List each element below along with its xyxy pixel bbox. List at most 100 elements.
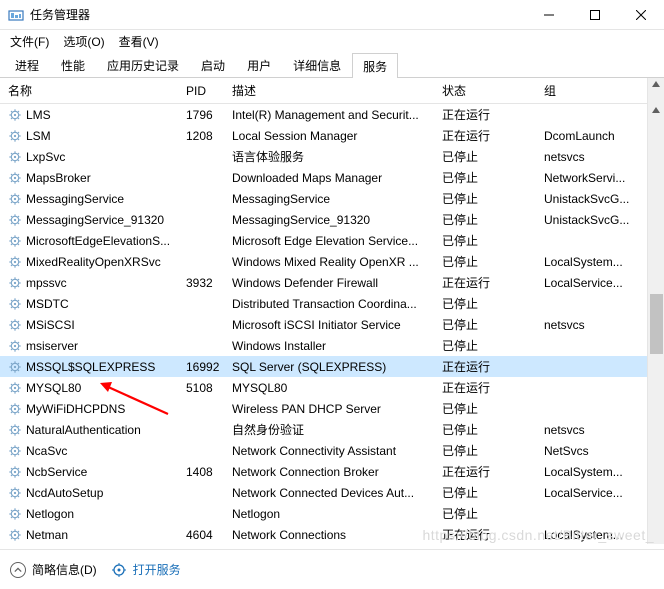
cell-status: 已停止 [442, 484, 544, 501]
cell-name: MessagingService_91320 [8, 213, 186, 227]
cell-desc: MessagingService_91320 [232, 213, 442, 227]
tab-4[interactable]: 用户 [236, 52, 282, 77]
table-row[interactable]: mpssvc3932Windows Defender Firewall正在运行L… [0, 272, 664, 293]
tab-5[interactable]: 详细信息 [282, 52, 352, 77]
cell-name: MixedRealityOpenXRSvc [8, 255, 186, 269]
cell-group: DcomLaunch [544, 129, 664, 143]
table-row[interactable]: MessagingServiceMessagingService已停止Unist… [0, 188, 664, 209]
cell-name: Netman [8, 528, 186, 542]
cell-desc: Network Connected Devices Aut... [232, 486, 442, 500]
cell-desc: Network Connections [232, 528, 442, 542]
tab-0[interactable]: 进程 [4, 52, 50, 77]
table-row[interactable]: MixedRealityOpenXRSvcWindows Mixed Reali… [0, 251, 664, 272]
table-row[interactable]: MicrosoftEdgeElevationS... Microsoft Edge… [0, 230, 664, 251]
cell-status: 已停止 [442, 190, 544, 207]
cell-name: MSSQL$SQLEXPRESS [8, 360, 186, 374]
cell-desc: Windows Installer [232, 339, 442, 353]
cell-group: NetSvcs [544, 444, 664, 458]
cell-name: msiserver [8, 339, 186, 353]
brief-info-toggle[interactable]: 简略信息(D) [10, 561, 97, 578]
menubar: 文件(F) 选项(O) 查看(V) [0, 30, 664, 52]
cell-name: LMS [8, 108, 186, 122]
table-row[interactable]: MyWiFiDHCPDNSWireless PAN DHCP Server已停止 [0, 398, 664, 419]
cell-desc: Downloaded Maps Manager [232, 171, 442, 185]
cell-name: NcaSvc [8, 444, 186, 458]
cell-status: 已停止 [442, 421, 544, 438]
col-name[interactable]: 名称 [8, 82, 186, 99]
cell-desc: Network Connection Broker [232, 465, 442, 479]
table-row[interactable]: NcaSvc Network Connectivity Assistant已停止N… [0, 440, 664, 461]
open-services-label: 打开服务 [133, 561, 181, 578]
cell-status: 已停止 [442, 442, 544, 459]
cell-status: 已停止 [442, 253, 544, 270]
cell-status: 已停止 [442, 148, 544, 165]
cell-group: netsvcs [544, 318, 664, 332]
chevron-up-icon [10, 562, 26, 578]
table-row[interactable]: MessagingService_91320 MessagingService_9… [0, 209, 664, 230]
cell-name: MSiSCSI [8, 318, 186, 332]
table-row[interactable]: MSSQL$SQLEXPRESS16992SQL Server (SQLEXPR… [0, 356, 664, 377]
services-list[interactable]: LMS1796Intel(R) Management and Securit..… [0, 104, 664, 544]
table-row[interactable]: NcbService1408Network Connection Broker正… [0, 461, 664, 482]
table-row[interactable]: LxpSvc语言体验服务已停止netsvcs [0, 146, 664, 167]
column-headers: 名称 PID 描述 状态 组 [0, 78, 664, 104]
open-services-link[interactable]: 打开服务 [111, 561, 181, 578]
col-pid[interactable]: PID [186, 84, 232, 98]
cell-desc: Microsoft Edge Elevation Service... [232, 234, 442, 248]
maximize-button[interactable] [572, 0, 618, 30]
table-row[interactable]: NaturalAuthentication自然身份验证已停止netsvcs [0, 419, 664, 440]
scrollbar-header-stub [647, 78, 664, 104]
cell-status: 正在运行 [442, 526, 544, 543]
menu-file[interactable]: 文件(F) [4, 31, 55, 52]
menu-view[interactable]: 查看(V) [113, 31, 165, 52]
cell-name: MessagingService [8, 192, 186, 206]
cell-status: 已停止 [442, 316, 544, 333]
cell-pid: 1208 [186, 129, 232, 143]
table-row[interactable]: NetlogonNetlogon已停止 [0, 503, 664, 524]
tab-1[interactable]: 性能 [50, 52, 96, 77]
table-row[interactable]: LSM1208Local Session Manager正在运行DcomLaun… [0, 125, 664, 146]
col-group[interactable]: 组 [544, 82, 664, 99]
table-row[interactable]: MapsBrokerDownloaded Maps Manager已停止Netw… [0, 167, 664, 188]
table-row[interactable]: NcdAutoSetupNetwork Connected Devices Au… [0, 482, 664, 503]
menu-options[interactable]: 选项(O) [57, 31, 110, 52]
tab-2[interactable]: 应用历史记录 [96, 52, 190, 77]
col-status[interactable]: 状态 [442, 82, 544, 99]
cell-status: 已停止 [442, 295, 544, 312]
close-button[interactable] [618, 0, 664, 30]
vertical-scrollbar[interactable] [647, 104, 664, 544]
tabs: 进程性能应用历史记录启动用户详细信息服务 [0, 52, 664, 78]
cell-status: 正在运行 [442, 379, 544, 396]
col-desc[interactable]: 描述 [232, 82, 442, 99]
cell-name: NaturalAuthentication [8, 423, 186, 437]
cell-desc: Network Connectivity Assistant [232, 444, 442, 458]
minimize-button[interactable] [526, 0, 572, 30]
cell-desc: Windows Defender Firewall [232, 276, 442, 290]
cell-status: 已停止 [442, 232, 544, 249]
table-row[interactable]: MYSQL805108MYSQL80正在运行 [0, 377, 664, 398]
table-row[interactable]: Netman4604Network Connections正在运行LocalSy… [0, 524, 664, 544]
cell-status: 已停止 [442, 211, 544, 228]
table-row[interactable]: LMS1796Intel(R) Management and Securit..… [0, 104, 664, 125]
table-row[interactable]: MSiSCSI Microsoft iSCSI Initiator Service… [0, 314, 664, 335]
cell-desc: Local Session Manager [232, 129, 442, 143]
scrollbar-thumb[interactable] [650, 294, 663, 354]
statusbar: 简略信息(D) 打开服务 [0, 549, 664, 589]
cell-status: 已停止 [442, 169, 544, 186]
cell-desc: Wireless PAN DHCP Server [232, 402, 442, 416]
cell-pid: 4604 [186, 528, 232, 542]
cell-pid: 3932 [186, 276, 232, 290]
table-row[interactable]: MSDTCDistributed Transaction Coordina...… [0, 293, 664, 314]
cell-pid: 16992 [186, 360, 232, 374]
cell-name: LxpSvc [8, 150, 186, 164]
cell-group: LocalService... [544, 276, 664, 290]
cell-desc: MYSQL80 [232, 381, 442, 395]
cell-desc: Microsoft iSCSI Initiator Service [232, 318, 442, 332]
table-row[interactable]: msiserverWindows Installer已停止 [0, 335, 664, 356]
cell-name: MicrosoftEdgeElevationS... [8, 234, 186, 248]
cell-group: LocalService... [544, 486, 664, 500]
tab-3[interactable]: 启动 [190, 52, 236, 77]
cell-status: 已停止 [442, 400, 544, 417]
services-icon [111, 562, 127, 578]
tab-6[interactable]: 服务 [352, 53, 398, 78]
